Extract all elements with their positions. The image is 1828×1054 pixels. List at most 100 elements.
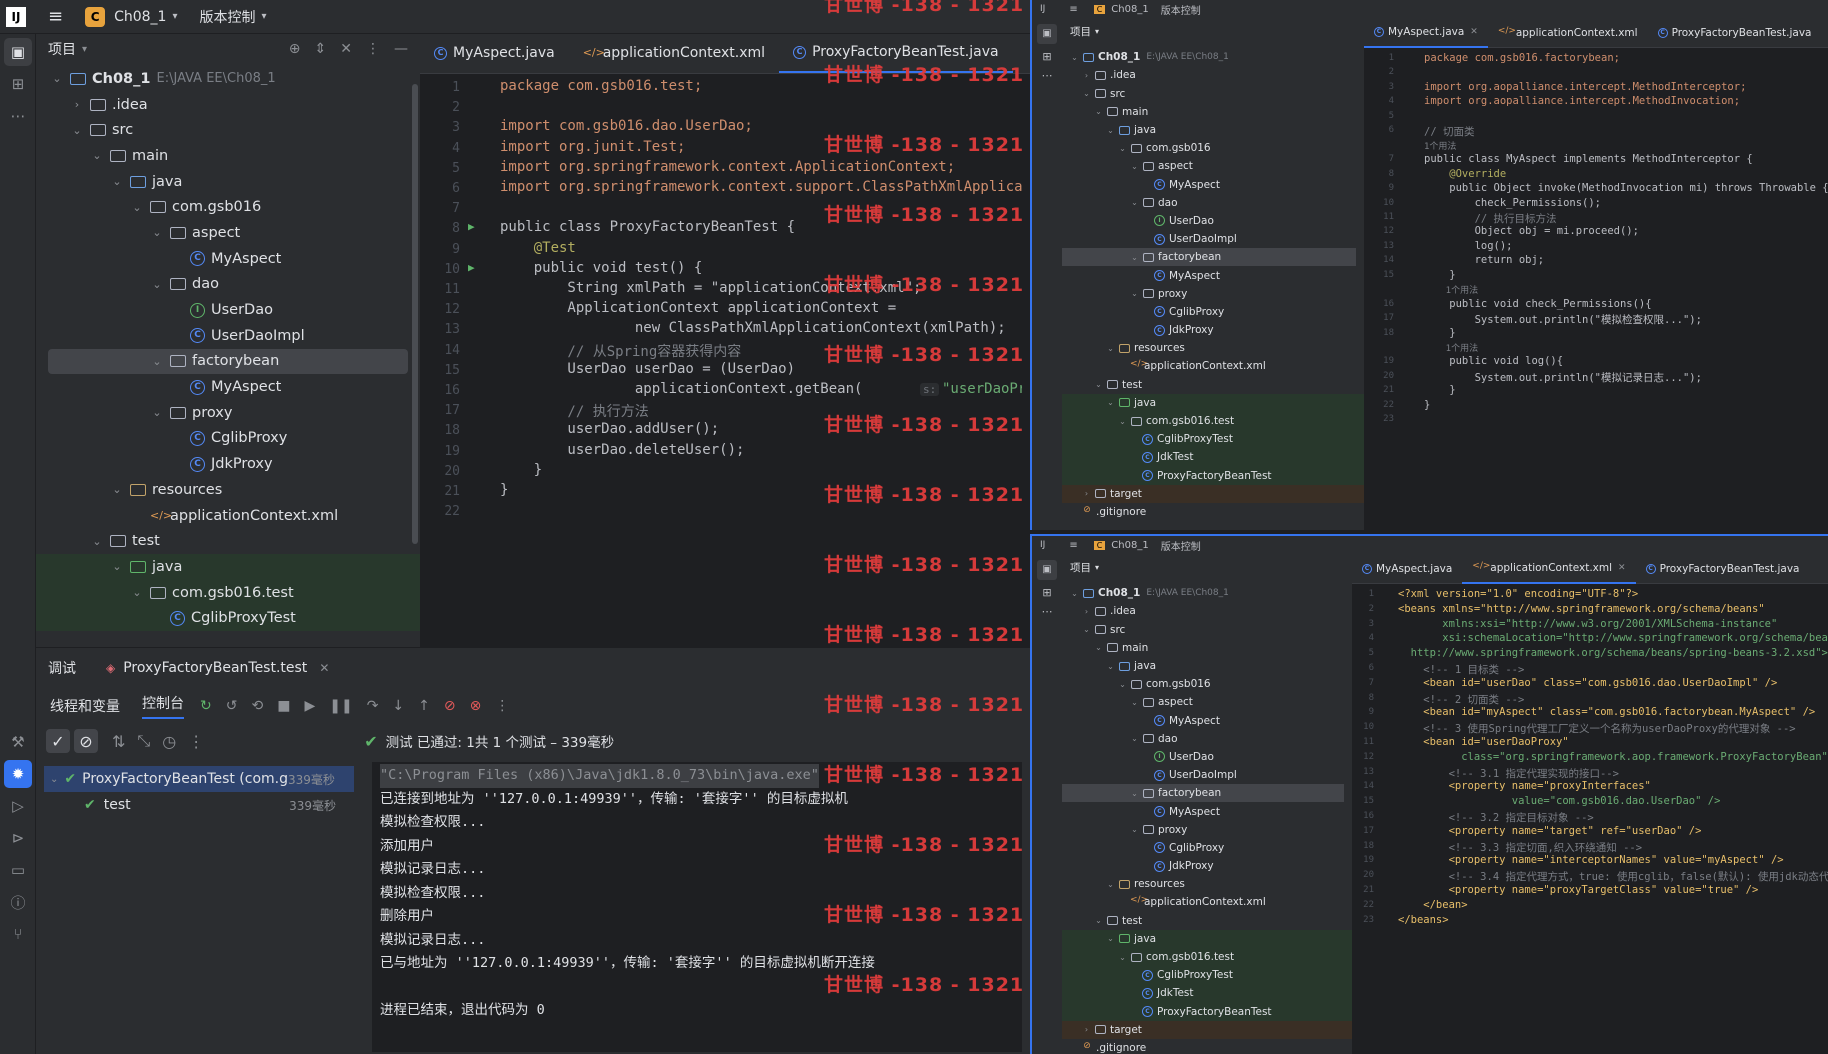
tree-item[interactable]: ⌄ com.gsb016 xyxy=(1062,139,1364,157)
tree-item[interactable]: ⌄ com.gsb016 xyxy=(1062,675,1352,693)
hide-icon[interactable]: — xyxy=(394,41,408,57)
tree-item[interactable]: C CglibProxy xyxy=(1062,839,1352,857)
locate-icon[interactable]: ⊕ xyxy=(289,41,301,57)
tree-item[interactable]: C CglibProxyTest xyxy=(36,605,420,632)
structure-icon[interactable]: ⊞ xyxy=(1037,50,1057,63)
tree-item[interactable]: ⌄ dao xyxy=(36,272,420,298)
tree-item[interactable]: ⌄ main xyxy=(1062,639,1352,657)
tree-item[interactable]: ⌄ com.gsb016 xyxy=(36,194,420,220)
tree-item[interactable]: C CglibProxy xyxy=(36,426,420,452)
git-icon[interactable]: ⑂ xyxy=(4,920,32,948)
view-breakpoints-icon[interactable]: ⊘ xyxy=(444,698,456,714)
rerun-failed-icon[interactable]: ↺ xyxy=(226,698,238,714)
tree-item[interactable]: ⌄ com.gsb016.test xyxy=(1062,411,1364,431)
vcs-menu[interactable]: 版本控制 ▾ xyxy=(200,7,267,27)
main-menu-icon[interactable]: ≡ xyxy=(1069,4,1077,15)
tree-item[interactable]: C MyAspect xyxy=(36,246,420,272)
project-folder-icon[interactable]: ▣ xyxy=(4,38,32,66)
main-menu-icon[interactable]: ≡ xyxy=(1069,540,1077,551)
run-config-tab[interactable]: ProxyFactoryBeanTest.test xyxy=(123,660,307,676)
project-folder-icon[interactable]: ▣ xyxy=(1037,24,1057,44)
tree-item[interactable]: I UserDao xyxy=(1062,212,1364,230)
threads-tab[interactable]: 线程和变量 xyxy=(50,696,120,716)
tree-item[interactable]: ⌄ aspect xyxy=(1062,157,1364,175)
close-icon[interactable]: ✕ xyxy=(1618,563,1626,573)
services-icon[interactable]: ⊳ xyxy=(4,824,32,852)
tree-item[interactable]: C JdkTest xyxy=(1062,448,1364,467)
tree-item[interactable]: ⌄ java xyxy=(1062,393,1364,412)
scrollbar[interactable] xyxy=(412,84,418,544)
collapse-icon[interactable]: ⤡ xyxy=(137,731,150,751)
pane-tab[interactable]: </> applicationContext.xml xyxy=(1488,18,1648,48)
run-gutter-icon[interactable]: ▶ xyxy=(468,261,475,274)
tree-item[interactable]: I UserDao xyxy=(36,297,420,323)
more-tools-icon[interactable]: ⋯ xyxy=(4,102,32,130)
tree-item[interactable]: ⌄ java xyxy=(36,169,420,195)
tree-item[interactable]: </> applicationContext.xml xyxy=(1062,893,1352,911)
step-over-icon[interactable]: ↷ xyxy=(367,698,379,714)
step-into-icon[interactable]: ↓ xyxy=(392,698,404,714)
tree-item[interactable]: ⌄ test xyxy=(36,528,420,554)
project-panel-title[interactable]: 项目 xyxy=(48,39,76,59)
tree-item[interactable]: ⌄ resources xyxy=(1062,339,1364,357)
mute-breakpoints-icon[interactable]: ⊗ xyxy=(470,698,482,714)
tree-item[interactable]: ⌄ resources xyxy=(1062,875,1352,893)
pause-icon[interactable]: ❚❚ xyxy=(329,698,352,714)
run-gutter-icon[interactable]: ▶ xyxy=(468,220,475,233)
editor-scrollbar[interactable] xyxy=(1022,76,1030,689)
sort-icon[interactable]: ⇅ xyxy=(112,732,125,751)
tree-item-selected[interactable]: ⌄ factorybean xyxy=(48,348,408,375)
tab-applicationcontext[interactable]: </> applicationContext.xml xyxy=(569,33,779,73)
tree-item[interactable]: ⌄ proxy xyxy=(1062,821,1352,839)
debug-tab[interactable]: 调试 xyxy=(48,658,76,678)
more-tools-icon[interactable]: ⋯ xyxy=(1037,605,1057,618)
tree-item[interactable]: ⊘ .gitignore xyxy=(1062,503,1364,521)
tree-item[interactable]: ⌄ factorybean xyxy=(1062,784,1344,803)
tree-item[interactable]: C MyAspect xyxy=(1062,712,1352,730)
tree-item[interactable]: C UserDaoImpl xyxy=(36,323,420,349)
tree-item[interactable]: C ProxyFactoryBeanTest xyxy=(1062,1002,1352,1021)
tree-item[interactable]: ⌄ com.gsb016.test xyxy=(1062,947,1352,967)
pane-tab[interactable]: </> applicationContext.xml ✕ xyxy=(1462,554,1636,584)
tree-item[interactable]: ⌄ dao xyxy=(1062,730,1352,748)
tree-root[interactable]: ⌄ Ch08_1 E:\JAVA EE\Ch08_1 xyxy=(1062,584,1352,602)
debug-bug-icon[interactable]: ✹ xyxy=(4,760,32,788)
tree-item[interactable]: I UserDao xyxy=(1062,748,1352,766)
tree-item[interactable]: ⌄ aspect xyxy=(1062,693,1352,711)
tree-item[interactable]: ⌄ main xyxy=(36,143,420,169)
tree-item[interactable]: C JdkTest xyxy=(1062,984,1352,1003)
history-icon[interactable]: ◷ xyxy=(162,732,176,751)
close-icon[interactable]: ✕ xyxy=(1470,27,1478,37)
problems-icon[interactable]: ⓘ xyxy=(4,888,32,916)
tree-item[interactable]: ⌄ com.gsb016.test xyxy=(36,579,420,606)
close-icon[interactable]: ✕ xyxy=(340,41,352,57)
expand-collapse-icon[interactable]: ⇕ xyxy=(315,41,327,57)
tree-item[interactable]: C CglibProxyTest xyxy=(1062,430,1364,449)
tree-item[interactable]: ⌄ java xyxy=(36,554,420,580)
run-icon[interactable]: ▷ xyxy=(4,792,32,820)
tree-item[interactable]: ⌄ test xyxy=(1062,376,1364,394)
more-icon[interactable]: ⋮ xyxy=(495,698,509,714)
tree-item[interactable]: ⌄ main xyxy=(1062,103,1364,121)
tree-item[interactable]: C JdkProxy xyxy=(1062,321,1364,339)
close-icon[interactable]: ✕ xyxy=(319,661,329,675)
tree-root[interactable]: ⌄ Ch08_1 E:\JAVA EE\Ch08_1 xyxy=(1062,48,1364,66)
pane-tab[interactable]: C MyAspect.java ✕ xyxy=(1364,18,1488,48)
tree-item[interactable]: C UserDaoImpl xyxy=(1062,766,1352,784)
project-panel-header[interactable]: 项目 ▾ xyxy=(1062,22,1364,40)
main-menu-icon[interactable]: ≡ xyxy=(48,6,63,27)
step-out-icon[interactable]: ↑ xyxy=(418,698,430,714)
tree-item[interactable]: ⌄ test xyxy=(1062,912,1352,930)
vcs-label[interactable]: 版本控制 xyxy=(1161,2,1201,17)
tree-item[interactable]: C CglibProxyTest xyxy=(1062,966,1352,985)
tree-item[interactable]: C JdkProxy xyxy=(36,451,420,477)
show-passed-icon[interactable]: ✓ xyxy=(46,729,70,753)
tree-item[interactable]: › target xyxy=(1062,1020,1352,1039)
tree-item[interactable]: › .idea xyxy=(36,92,420,118)
project-folder-icon[interactable]: ▣ xyxy=(1037,560,1057,580)
tree-item[interactable]: ⌄ dao xyxy=(1062,194,1364,212)
tree-root[interactable]: ⌄ Ch08_1 E:\JAVA EE\Ch08_1 xyxy=(36,66,420,92)
pane-tab[interactable]: C MyAspect.java xyxy=(1352,554,1462,584)
project-switcher[interactable]: C Ch08_1 ▾ xyxy=(85,6,178,27)
tree-item[interactable]: </> applicationContext.xml xyxy=(1062,357,1364,375)
